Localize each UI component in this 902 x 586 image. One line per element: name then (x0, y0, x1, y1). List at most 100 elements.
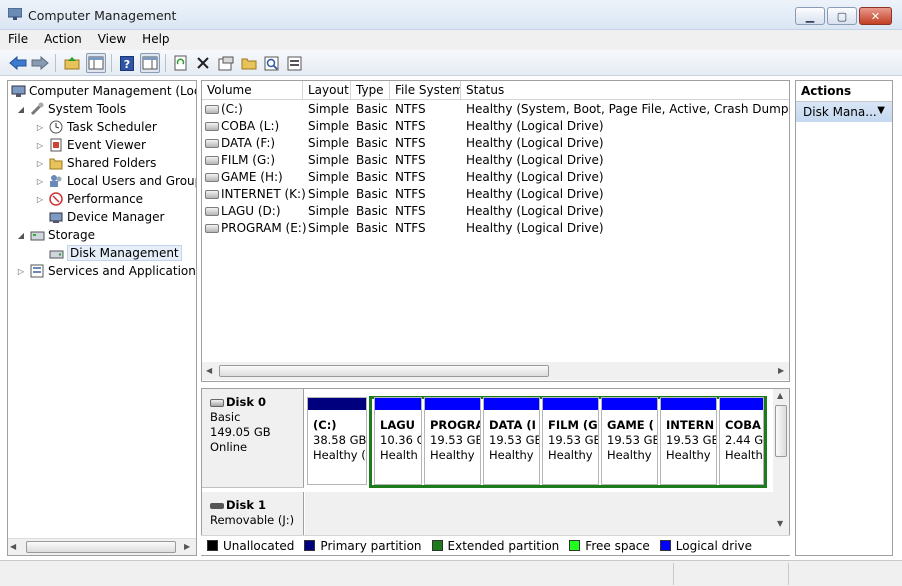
column-header-volume[interactable]: Volume (202, 81, 303, 100)
search-button[interactable] (262, 53, 282, 73)
scroll-right-icon[interactable]: ▶ (778, 366, 784, 375)
disk-vertical-scrollbar[interactable]: ▲ ▼ (773, 389, 789, 533)
expanded-arrow-icon[interactable]: ◢ (16, 231, 26, 240)
table-row[interactable]: FILM (G:) Simple Basic NTFS Healthy (Logical… (202, 152, 789, 169)
disk0-header[interactable]: Disk 0 Basic 149.05 GB Online (202, 389, 304, 488)
scroll-up-icon[interactable]: ▲ (777, 391, 783, 400)
table-row[interactable]: DATA (F:) Simple Basic NTFS Healthy (Logical… (202, 135, 789, 152)
back-button[interactable] (8, 53, 28, 73)
export-icon (287, 56, 302, 70)
partition[interactable]: (C:) 38.58 GB Healthy ( (307, 397, 367, 485)
table-cell: Simple (308, 153, 349, 167)
action-pane-button[interactable] (140, 53, 160, 73)
partition[interactable]: GAME (19.53 GE Healthy (601, 397, 658, 485)
tree-item-computer-management[interactable]: Computer Management (Local) (10, 82, 196, 100)
legend-swatch (207, 540, 218, 551)
table-cell: Healthy (Logical Drive) (466, 153, 604, 167)
partition[interactable]: DATA (I 19.53 GE Healthy (483, 397, 540, 485)
disk-management-icon (48, 245, 64, 261)
app-icon (7, 7, 23, 20)
collapsed-arrow-icon[interactable]: ▷ (35, 177, 45, 186)
status-bar (0, 560, 902, 586)
column-header-layout[interactable]: Layout (303, 81, 351, 100)
tree-item-system-tools[interactable]: ◢ System Tools (16, 100, 126, 118)
table-cell: Basic (356, 102, 388, 116)
tree-label-device-manager: Device Manager (67, 210, 165, 224)
tree-item-local-users[interactable]: ▷ Local Users and Groups (35, 172, 196, 190)
tree-item-task-scheduler[interactable]: ▷ Task Scheduler (35, 118, 157, 136)
menu-help[interactable]: Help (134, 30, 177, 50)
tree-item-storage[interactable]: ◢ Storage (16, 226, 95, 244)
tree-item-shared-folders[interactable]: ▷ Shared Folders (35, 154, 156, 172)
scroll-down-icon[interactable]: ▼ (777, 519, 783, 528)
help-button[interactable]: ? (117, 53, 137, 73)
search-icon (264, 56, 279, 70)
partition-status: Healthy (666, 448, 711, 462)
partition-color-bar (375, 398, 421, 410)
open-button[interactable] (239, 53, 259, 73)
collapsed-arrow-icon[interactable]: ▷ (35, 141, 45, 150)
tree-horizontal-scrollbar[interactable]: ◀ ▶ (8, 538, 196, 555)
scroll-right-icon[interactable]: ▶ (184, 542, 190, 551)
actions-disk-management[interactable]: Disk Mana... ▼ (796, 102, 892, 122)
table-row[interactable]: INTERNET (K:) Simple Basic NTFS Healthy (Log… (202, 186, 789, 203)
partition-size: 19.53 GE (666, 433, 717, 447)
table-row[interactable]: COBA (L:) Simple Basic NTFS Healthy (Logical… (202, 118, 789, 135)
partition[interactable]: PROGRA 19.53 GB Healthy (424, 397, 481, 485)
partition[interactable]: COBA 2.44 G Health (719, 397, 764, 485)
collapsed-arrow-icon[interactable]: ▷ (16, 267, 26, 276)
minimize-button[interactable]: ▁ (795, 7, 825, 25)
legend: Unallocated Primary partition Extended par… (201, 535, 790, 555)
volume-scroll-thumb[interactable] (219, 365, 549, 377)
volume-horizontal-scrollbar[interactable]: ◀ ▶ (202, 362, 789, 380)
maximize-button[interactable]: ▢ (827, 7, 857, 25)
tree-item-disk-management[interactable]: Disk Management (48, 244, 182, 262)
partition[interactable]: FILM (G 19.53 GE Healthy (542, 397, 599, 485)
collapsed-arrow-icon[interactable]: ▷ (35, 195, 45, 204)
partition[interactable]: INTERN 19.53 GE Healthy (660, 397, 717, 485)
partition-status: Healthy ( (313, 448, 366, 462)
properties-button[interactable] (216, 53, 236, 73)
removable-disk-icon (210, 502, 224, 509)
partition-status: Health (725, 448, 763, 462)
column-header-file-system[interactable]: File System (390, 81, 461, 100)
table-row[interactable]: LAGU (D:) Simple Basic NTFS Healthy (Logical… (202, 203, 789, 220)
export-button[interactable] (285, 53, 305, 73)
computer-icon (10, 83, 26, 99)
table-row[interactable]: GAME (H:) Simple Basic NTFS Healthy (Logical… (202, 169, 789, 186)
disk1-header[interactable]: Disk 1 Removable (J:) (202, 492, 304, 536)
partition-size: 19.53 GE (607, 433, 658, 447)
table-cell: NTFS (395, 136, 426, 150)
partition-name: COBA (725, 418, 761, 432)
partition[interactable]: LAGU 10.36 G Health (374, 397, 422, 485)
menu-view[interactable]: View (90, 30, 134, 50)
expanded-arrow-icon[interactable]: ◢ (16, 105, 26, 114)
table-row[interactable]: (C:) Simple Basic NTFS Healthy (System, Boot… (202, 101, 789, 118)
column-header-status[interactable]: Status (461, 81, 789, 100)
collapsed-arrow-icon[interactable]: ▷ (35, 159, 45, 168)
table-row[interactable]: PROGRAM (E:) Simple Basic NTFS Healthy (Logi… (202, 220, 789, 237)
show-tree-button[interactable] (86, 53, 106, 73)
disk-scroll-thumb[interactable] (775, 405, 787, 457)
tree-item-event-viewer[interactable]: ▷ Event Viewer (35, 136, 146, 154)
column-header-type[interactable]: Type (351, 81, 390, 100)
delete-button[interactable] (193, 53, 213, 73)
collapsed-arrow-icon[interactable]: ▷ (35, 123, 45, 132)
menu-action[interactable]: Action (36, 30, 90, 50)
refresh-button[interactable] (171, 53, 191, 73)
up-folder-button[interactable] (62, 53, 82, 73)
table-cell: Basic (356, 204, 388, 218)
scroll-left-icon[interactable]: ◀ (206, 366, 212, 375)
forward-button[interactable] (30, 53, 50, 73)
table-cell: COBA (L:) (221, 119, 280, 133)
tree-item-services[interactable]: ▷ Services and Applications (16, 262, 196, 280)
tree-item-device-manager[interactable]: Device Manager (48, 208, 164, 226)
tree-scroll-thumb[interactable] (26, 541, 176, 553)
legend-swatch (431, 540, 443, 551)
scroll-left-icon[interactable]: ◀ (10, 542, 16, 551)
menu-file[interactable]: File (0, 30, 36, 50)
close-button[interactable]: ✕ (859, 7, 892, 25)
table-cell: NTFS (395, 204, 426, 218)
table-cell: Simple (308, 221, 349, 235)
tree-item-performance[interactable]: ▷ Performance (35, 190, 143, 208)
